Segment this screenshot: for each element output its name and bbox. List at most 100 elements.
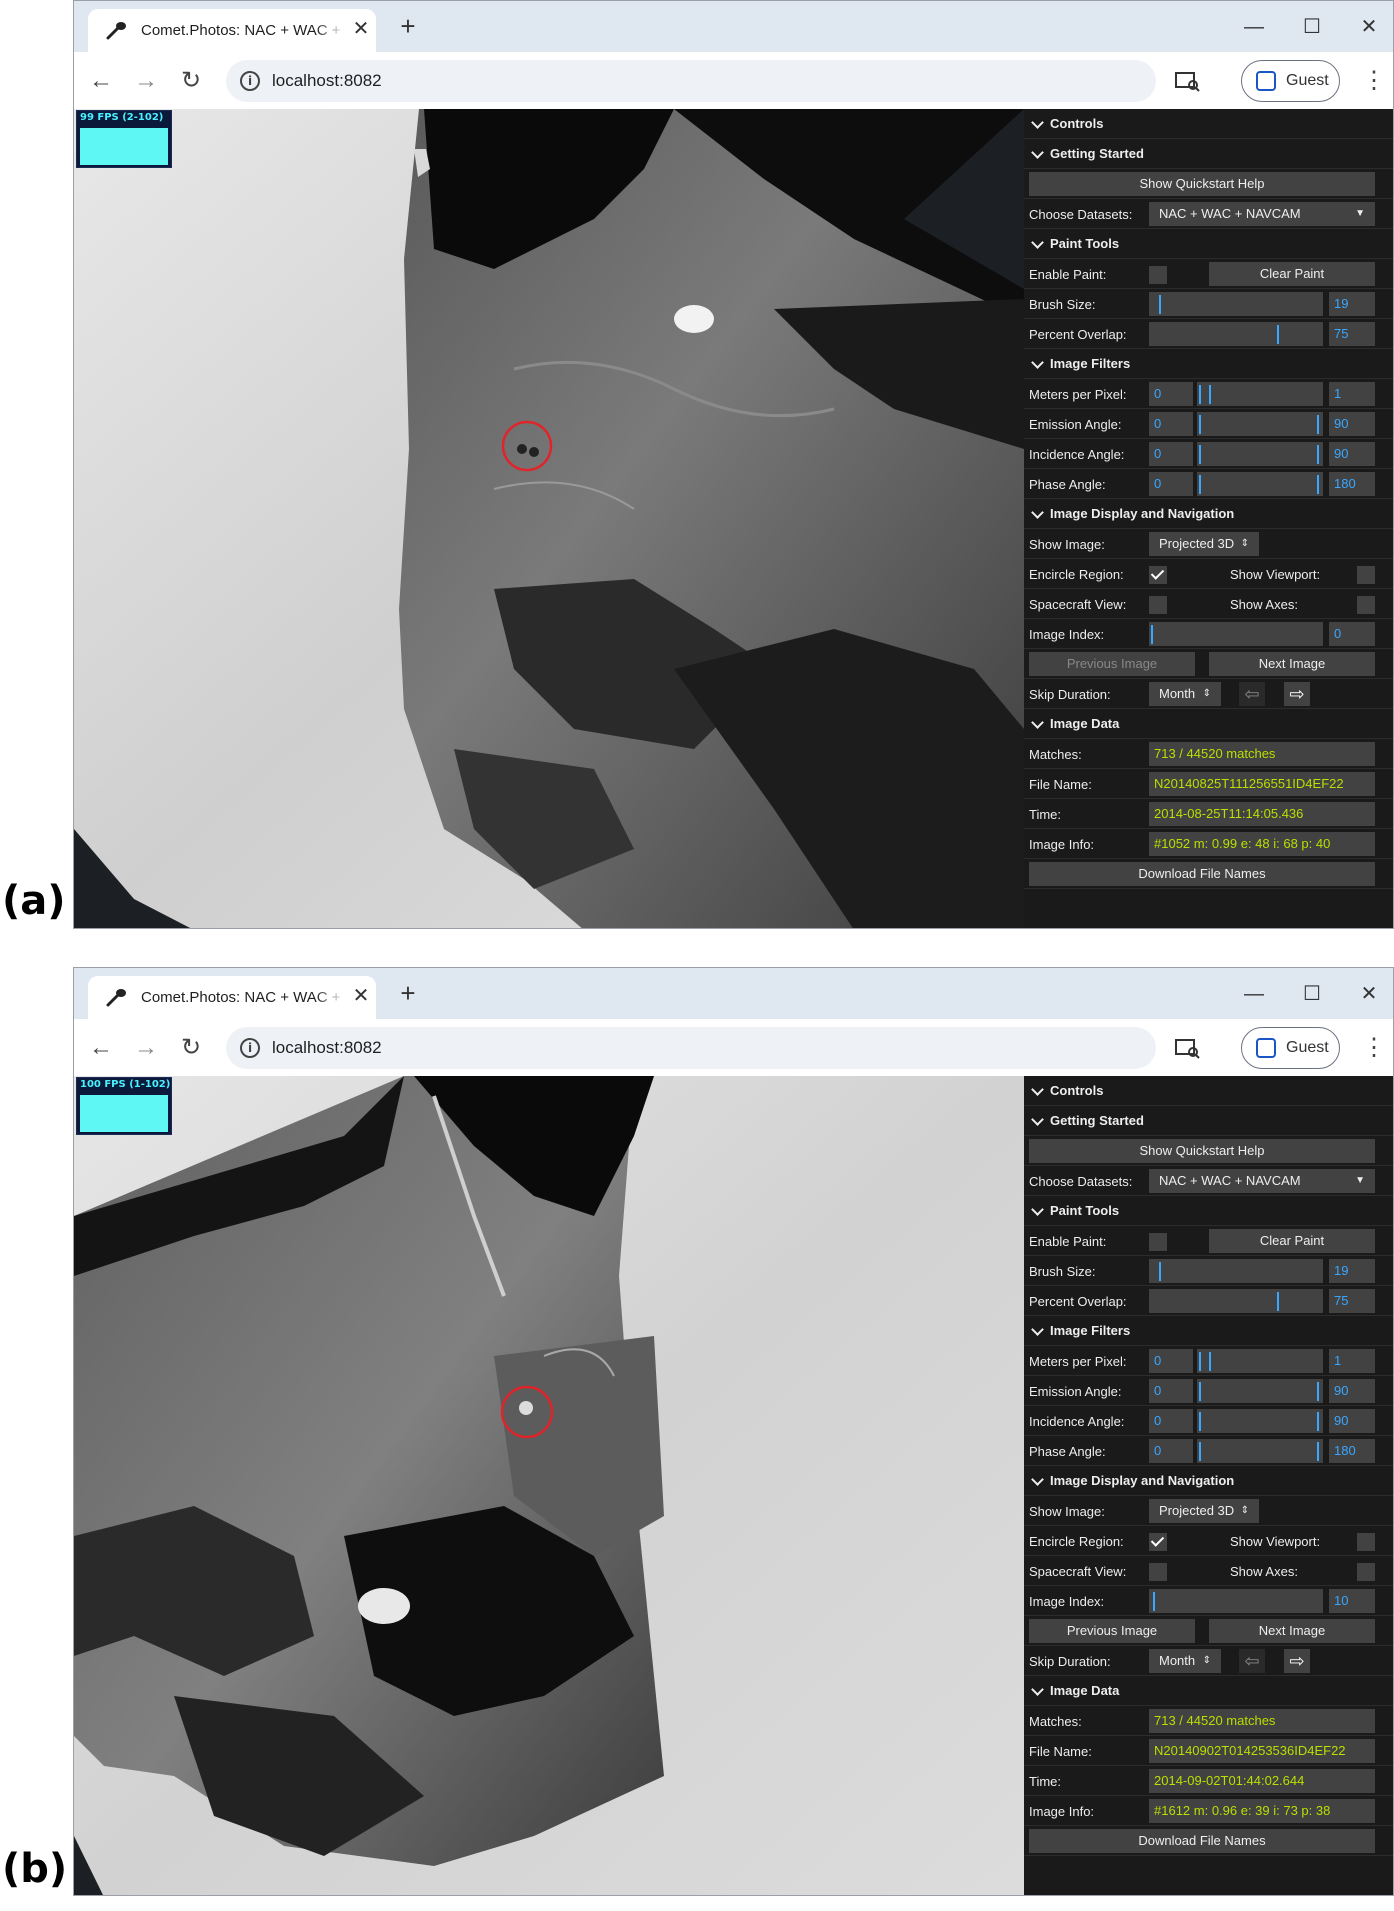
minimize-icon[interactable]: — bbox=[1234, 980, 1274, 1008]
image-index-slider[interactable] bbox=[1149, 1589, 1323, 1613]
show-image-select[interactable]: Projected 3D ⇕ bbox=[1149, 1499, 1259, 1523]
range-min-thumb[interactable] bbox=[1199, 445, 1201, 464]
display-navigation-header[interactable]: Image Display and Navigation bbox=[1024, 1466, 1393, 1496]
browser-tab[interactable]: Comet.Photos: NAC + WAC + NAVCAM ✕ bbox=[88, 9, 376, 52]
controls-header[interactable]: Controls bbox=[1024, 1076, 1393, 1106]
reload-icon[interactable]: ↻ bbox=[174, 64, 208, 98]
emission-range-slider[interactable] bbox=[1197, 412, 1323, 436]
incidence-max-value[interactable]: 90 bbox=[1329, 1409, 1375, 1433]
clear-paint-button[interactable]: Clear Paint bbox=[1209, 1229, 1375, 1253]
cast-icon[interactable] bbox=[1174, 70, 1200, 92]
enable-paint-checkbox[interactable] bbox=[1149, 266, 1167, 284]
address-bar[interactable]: i localhost:8082 bbox=[226, 1027, 1156, 1069]
show-viewport-checkbox[interactable] bbox=[1357, 566, 1375, 584]
slider-thumb[interactable] bbox=[1159, 295, 1162, 314]
range-min-thumb[interactable] bbox=[1199, 385, 1201, 404]
new-tab-button[interactable]: + bbox=[394, 13, 422, 41]
reload-icon[interactable]: ↻ bbox=[174, 1031, 208, 1065]
cast-icon[interactable] bbox=[1174, 1037, 1200, 1059]
brush-size-value[interactable]: 19 bbox=[1329, 292, 1375, 316]
clear-paint-button[interactable]: Clear Paint bbox=[1209, 262, 1375, 286]
slider-thumb[interactable] bbox=[1151, 625, 1153, 644]
range-min-thumb[interactable] bbox=[1199, 1442, 1201, 1461]
controls-header[interactable]: Controls bbox=[1024, 109, 1393, 139]
phase-range-slider[interactable] bbox=[1197, 1439, 1323, 1463]
range-max-thumb[interactable] bbox=[1317, 475, 1319, 494]
image-data-header[interactable]: Image Data bbox=[1024, 709, 1393, 739]
back-arrow-icon[interactable]: ← bbox=[84, 1031, 118, 1065]
info-icon[interactable]: i bbox=[240, 71, 260, 91]
range-max-thumb[interactable] bbox=[1317, 445, 1319, 464]
forward-arrow-icon[interactable]: → bbox=[129, 1031, 163, 1065]
maximize-icon[interactable]: ☐ bbox=[1292, 980, 1332, 1008]
getting-started-header[interactable]: Getting Started bbox=[1024, 1106, 1393, 1136]
range-min-thumb[interactable] bbox=[1199, 1382, 1201, 1401]
skip-forward-icon[interactable]: ⇨ bbox=[1284, 1649, 1310, 1673]
slider-thumb[interactable] bbox=[1159, 1262, 1162, 1281]
datasets-select[interactable]: NAC + WAC + NAVCAM ▼ bbox=[1149, 1169, 1375, 1193]
profile-button[interactable]: Guest bbox=[1241, 60, 1340, 102]
new-tab-button[interactable]: + bbox=[394, 980, 422, 1008]
range-max-thumb[interactable] bbox=[1209, 385, 1211, 404]
forward-arrow-icon[interactable]: → bbox=[129, 64, 163, 98]
phase-range-slider[interactable] bbox=[1197, 472, 1323, 496]
download-file-names-button[interactable]: Download File Names bbox=[1029, 862, 1375, 886]
kebab-menu-icon[interactable]: ⋮ bbox=[1362, 64, 1386, 98]
image-data-header[interactable]: Image Data bbox=[1024, 1676, 1393, 1706]
address-bar[interactable]: i localhost:8082 bbox=[226, 60, 1156, 102]
show-viewport-checkbox[interactable] bbox=[1357, 1533, 1375, 1551]
image-index-slider[interactable] bbox=[1149, 622, 1323, 646]
close-icon[interactable]: ✕ bbox=[1349, 980, 1389, 1008]
range-max-thumb[interactable] bbox=[1209, 1352, 1211, 1371]
emission-max-value[interactable]: 90 bbox=[1329, 412, 1375, 436]
incidence-range-slider[interactable] bbox=[1197, 442, 1323, 466]
display-navigation-header[interactable]: Image Display and Navigation bbox=[1024, 499, 1393, 529]
meters-min-value[interactable]: 0 bbox=[1149, 1349, 1193, 1373]
meters-max-value[interactable]: 1 bbox=[1329, 382, 1375, 406]
range-min-thumb[interactable] bbox=[1199, 1412, 1201, 1431]
phase-max-value[interactable]: 180 bbox=[1329, 1439, 1375, 1463]
quickstart-button[interactable]: Show Quickstart Help bbox=[1029, 1139, 1375, 1163]
emission-min-value[interactable]: 0 bbox=[1149, 1379, 1193, 1403]
previous-image-button[interactable]: Previous Image bbox=[1029, 652, 1195, 676]
close-icon[interactable]: ✕ bbox=[1349, 13, 1389, 41]
phase-min-value[interactable]: 0 bbox=[1149, 1439, 1193, 1463]
skip-duration-select[interactable]: Month ⇕ bbox=[1149, 682, 1221, 706]
emission-max-value[interactable]: 90 bbox=[1329, 1379, 1375, 1403]
phase-max-value[interactable]: 180 bbox=[1329, 472, 1375, 496]
incidence-min-value[interactable]: 0 bbox=[1149, 1409, 1193, 1433]
range-min-thumb[interactable] bbox=[1199, 1352, 1201, 1371]
phase-min-value[interactable]: 0 bbox=[1149, 472, 1193, 496]
tab-close-icon[interactable]: ✕ bbox=[350, 984, 372, 1008]
slider-thumb[interactable] bbox=[1277, 325, 1279, 344]
skip-forward-icon[interactable]: ⇨ bbox=[1284, 682, 1310, 706]
next-image-button[interactable]: Next Image bbox=[1209, 1619, 1375, 1643]
range-max-thumb[interactable] bbox=[1317, 1412, 1319, 1431]
slider-thumb[interactable] bbox=[1153, 1592, 1156, 1611]
slider-thumb[interactable] bbox=[1277, 1292, 1279, 1311]
comet-3d-view[interactable] bbox=[74, 109, 1024, 929]
encircle-region-checkbox[interactable] bbox=[1149, 1533, 1167, 1551]
image-filters-header[interactable]: Image Filters bbox=[1024, 1316, 1393, 1346]
range-max-thumb[interactable] bbox=[1317, 415, 1319, 434]
incidence-min-value[interactable]: 0 bbox=[1149, 442, 1193, 466]
meters-range-slider[interactable] bbox=[1197, 1349, 1323, 1373]
enable-paint-checkbox[interactable] bbox=[1149, 1233, 1167, 1251]
spacecraft-view-checkbox[interactable] bbox=[1149, 1563, 1167, 1581]
range-min-thumb[interactable] bbox=[1199, 415, 1201, 434]
meters-min-value[interactable]: 0 bbox=[1149, 382, 1193, 406]
next-image-button[interactable]: Next Image bbox=[1209, 652, 1375, 676]
percent-overlap-slider[interactable] bbox=[1149, 322, 1323, 346]
range-min-thumb[interactable] bbox=[1199, 475, 1201, 494]
skip-back-icon[interactable]: ⇦ bbox=[1239, 682, 1265, 706]
profile-button[interactable]: Guest bbox=[1241, 1027, 1340, 1069]
getting-started-header[interactable]: Getting Started bbox=[1024, 139, 1393, 169]
skip-back-icon[interactable]: ⇦ bbox=[1239, 1649, 1265, 1673]
incidence-range-slider[interactable] bbox=[1197, 1409, 1323, 1433]
show-axes-checkbox[interactable] bbox=[1357, 1563, 1375, 1581]
emission-min-value[interactable]: 0 bbox=[1149, 412, 1193, 436]
browser-tab[interactable]: Comet.Photos: NAC + WAC + NAVCAM ✕ bbox=[88, 976, 376, 1019]
meters-max-value[interactable]: 1 bbox=[1329, 1349, 1375, 1373]
paint-tools-header[interactable]: Paint Tools bbox=[1024, 1196, 1393, 1226]
encircle-region-checkbox[interactable] bbox=[1149, 566, 1167, 584]
